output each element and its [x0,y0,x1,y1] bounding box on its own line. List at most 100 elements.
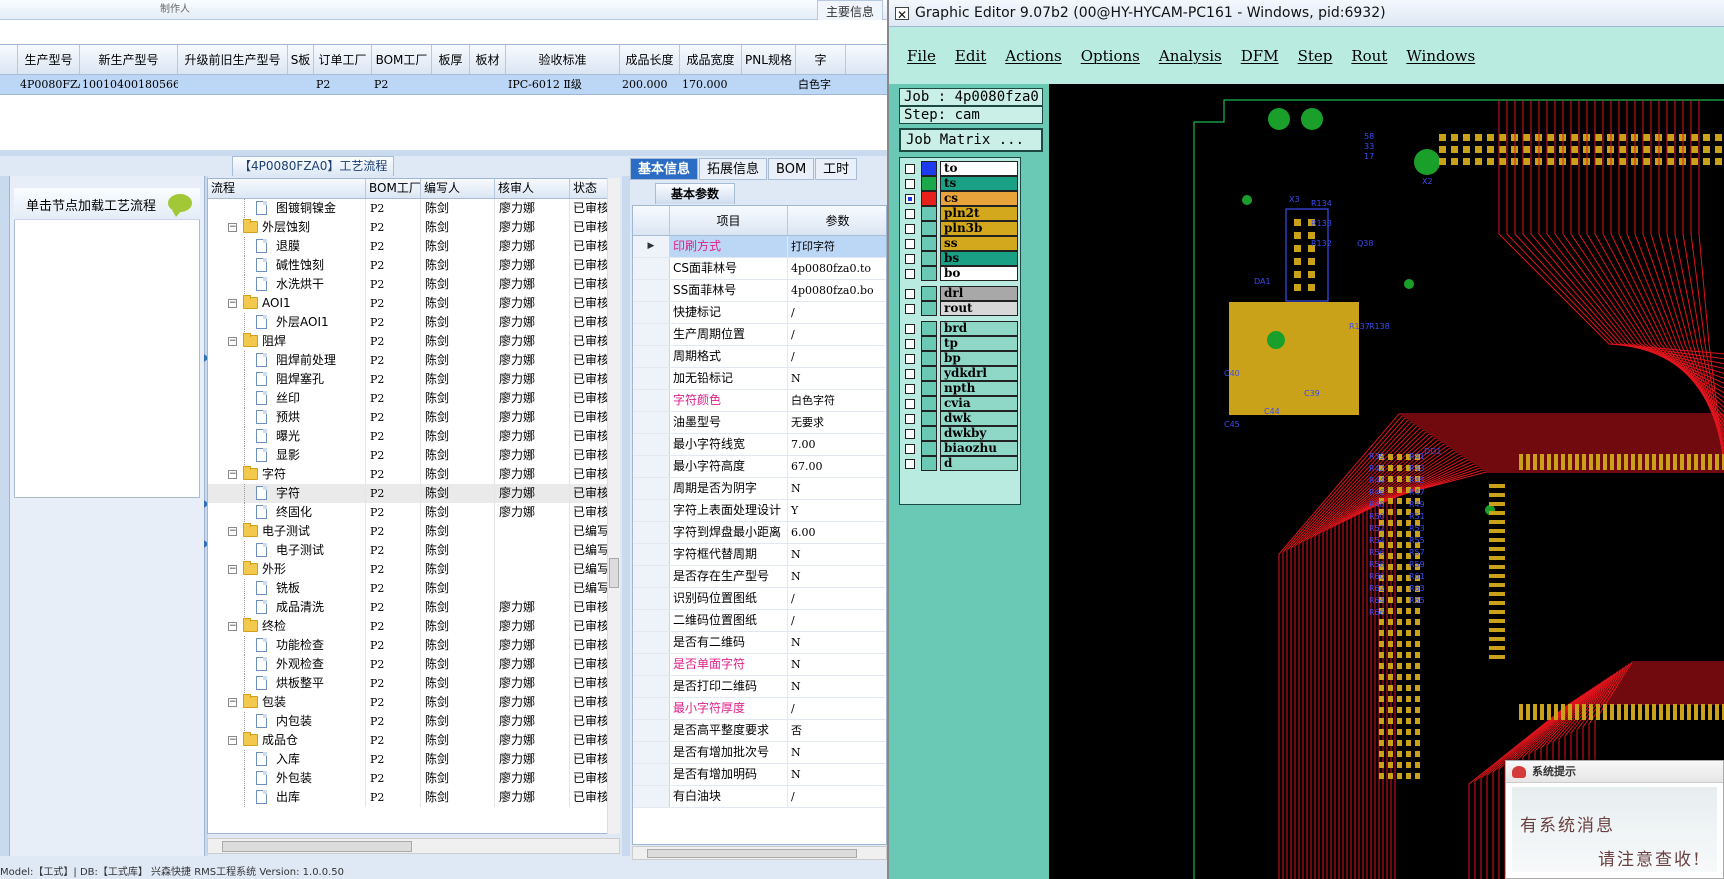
detail-row[interactable]: ▶ 印刷方式 打印字符 [633,236,886,258]
menu-analysis[interactable]: Analysis [1159,47,1222,65]
product-grid-cell[interactable] [178,75,288,94]
tree-node-cell[interactable]: − 字符 [208,465,366,484]
tree-col-header[interactable]: 流程 [208,179,366,198]
layer-name[interactable]: drl [940,286,1018,301]
tree-node-cell[interactable]: 阻焊塞孔 [208,370,366,389]
detail-row[interactable]: 最小字符高度 67.00 [633,456,886,478]
layer-checkbox[interactable] [905,429,915,439]
detail-row[interactable]: 字符颜色 白色字符 [633,390,886,412]
tree-col-header[interactable]: 状态 [570,179,608,198]
detail-value[interactable]: / [788,346,886,367]
product-grid-col-header[interactable]: BOM工厂 [372,45,432,74]
product-grid-col-header[interactable]: PNL规格 [742,45,796,74]
layer-name[interactable]: npth [940,381,1018,396]
layer-name[interactable]: biaozhu [940,441,1018,456]
product-grid-col-header[interactable]: 板材 [470,45,506,74]
tree-node-cell[interactable]: 水洗烘干 [208,275,366,294]
job-matrix-button[interactable]: Job Matrix ... [899,128,1043,152]
product-grid-col-header[interactable]: 字 [796,45,846,74]
detail-value[interactable]: 7.00 [788,434,886,455]
layer-name[interactable]: rout [940,301,1018,316]
detail-value[interactable]: N [788,654,886,675]
layer-color-swatch[interactable] [921,161,937,176]
tree-node-cell[interactable]: 电子测试 [208,541,366,560]
collapse-icon[interactable]: − [228,337,237,346]
layer-checkbox[interactable] [905,289,915,299]
tree-node-cell[interactable]: 外观检查 [208,655,366,674]
layer-color-swatch[interactable] [921,441,937,456]
tree-node-cell[interactable]: 退膜 [208,237,366,256]
detail-col-header[interactable]: 项目 [670,206,788,235]
tree-row[interactable]: 丝印 P2 陈剑 廖力娜 已审核 [208,389,619,408]
layer-name[interactable]: d [940,456,1018,471]
layer-row[interactable]: pln3b [903,221,1018,236]
product-grid-row[interactable]: 4P0080FZA010010400180566 P2P2 IPC-6012 Ⅱ级2… [0,75,887,95]
detail-row[interactable]: 字符到焊盘最小距离 6.00 [633,522,886,544]
tree-node-cell[interactable]: 外层AOI1 [208,313,366,332]
tree-row[interactable]: 阻焊前处理 P2 陈剑 廖力娜 已审核 [208,351,619,370]
product-grid-cell[interactable]: IPC-6012 Ⅱ级 [506,75,620,94]
detail-tab[interactable]: BOM [768,158,815,180]
layer-checkbox[interactable] [905,179,915,189]
tree-node-cell[interactable]: − 成品仓 [208,731,366,750]
detail-value[interactable]: 无要求 [788,412,886,433]
detail-row[interactable]: 是否打印二维码 N [633,676,886,698]
layer-name[interactable]: pln3b [940,221,1018,236]
product-grid-col-header[interactable]: 板厚 [432,45,470,74]
detail-value[interactable]: / [788,302,886,323]
layer-name[interactable]: tp [940,336,1018,351]
layer-color-swatch[interactable] [921,396,937,411]
layer-row[interactable]: to [903,161,1018,176]
tree-row[interactable]: 烘板整平 P2 陈剑 廖力娜 已审核 [208,674,619,693]
tree-col-header[interactable]: 编写人 [421,179,495,198]
tree-row[interactable]: − 终检 P2 陈剑 廖力娜 已审核 [208,617,619,636]
layer-row[interactable]: tp [903,336,1018,351]
tree-row[interactable]: 铣板 P2 陈剑 已编写 [208,579,619,598]
layer-color-swatch[interactable] [921,176,937,191]
graphic-editor-titlebar[interactable]: Graphic Editor 9.07b2 (00@HY-HYCAM-PC161… [889,0,1724,29]
layer-checkbox[interactable] [905,354,915,364]
layer-color-swatch[interactable] [921,286,937,301]
layer-checkbox[interactable] [905,304,915,314]
collapse-icon[interactable]: − [228,527,237,536]
layer-row[interactable]: pln2t [903,206,1018,221]
detail-value[interactable]: N [788,368,886,389]
tree-node-cell[interactable]: − 外层蚀刻 [208,218,366,237]
layer-color-swatch[interactable] [921,456,937,471]
detail-value[interactable]: N [788,544,886,565]
detail-value[interactable]: / [788,610,886,631]
tree-row[interactable]: 外包装 P2 陈剑 廖力娜 已审核 [208,769,619,788]
product-grid-cell[interactable]: 170.000 [680,75,742,94]
scroll-thumb[interactable] [222,841,412,852]
layer-name[interactable]: pln2t [940,206,1018,221]
layer-row[interactable]: bs [903,251,1018,266]
tree-node-cell[interactable]: − 终检 [208,617,366,636]
detail-row[interactable]: SS面菲林号 4p0080fza0.bo [633,280,886,302]
tree-col-header[interactable]: 核审人 [495,179,570,198]
layer-checkbox[interactable] [905,324,915,334]
detail-row[interactable]: 周期格式 / [633,346,886,368]
layer-color-swatch[interactable] [921,251,937,266]
product-grid-col-header[interactable]: 新生产型号 [80,45,178,74]
detail-row[interactable]: 是否有增加明码 N [633,764,886,786]
menu-actions[interactable]: Actions [1005,47,1061,65]
tree-node-cell[interactable]: 阻焊前处理 [208,351,366,370]
detail-value[interactable]: 4p0080fza0.bo [788,280,886,301]
layer-color-swatch[interactable] [921,351,937,366]
tree-col-header[interactable]: BOM工厂 [366,179,421,198]
layer-row[interactable]: rout [903,301,1018,316]
detail-value[interactable]: 打印字符 [788,236,886,257]
detail-row[interactable]: CS面菲林号 4p0080fza0.to [633,258,886,280]
layer-row[interactable]: cs [903,191,1018,206]
detail-row[interactable]: 是否存在生产型号 N [633,566,886,588]
tree-row[interactable]: − 包装 P2 陈剑 廖力娜 已审核 [208,693,619,712]
tree-row[interactable]: 成品清洗 P2 陈剑 廖力娜 已审核 [208,598,619,617]
tree-row[interactable]: 显影 P2 陈剑 廖力娜 已审核 [208,446,619,465]
detail-value[interactable]: 67.00 [788,456,886,477]
vertical-splitter-2[interactable] [622,176,630,856]
tree-row[interactable]: 功能检查 P2 陈剑 廖力娜 已审核 [208,636,619,655]
detail-row[interactable]: 有白油块 / [633,786,886,808]
collapse-icon[interactable]: − [228,470,237,479]
menu-rout[interactable]: Rout [1351,47,1387,65]
product-grid-cell[interactable] [470,75,506,94]
